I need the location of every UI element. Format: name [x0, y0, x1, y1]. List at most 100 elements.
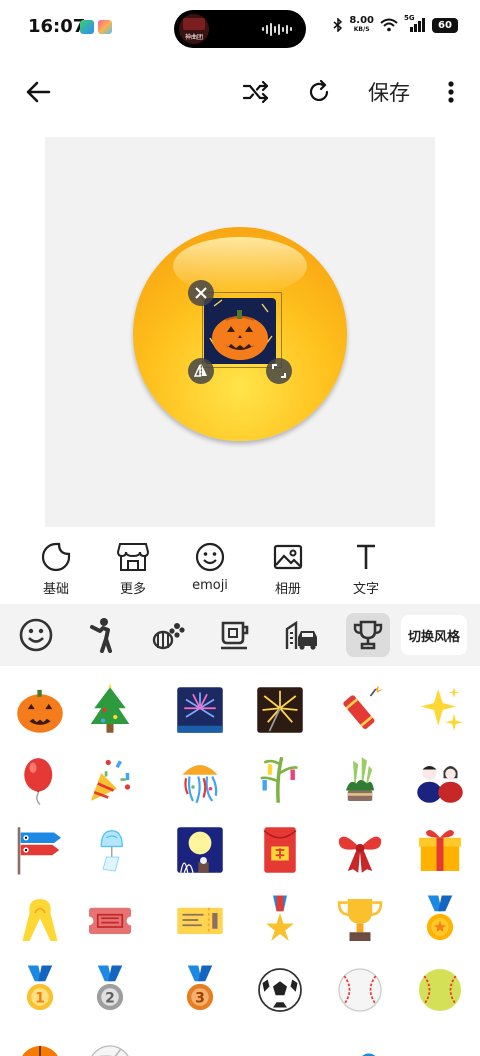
island-text: 神曲团 — [184, 34, 203, 41]
dynamic-island[interactable]: 神曲团 — [174, 10, 306, 48]
emoji-jack-o-lantern[interactable] — [8, 678, 72, 742]
resize-icon — [272, 364, 286, 378]
emoji-third-place-medal[interactable]: 3 — [168, 958, 232, 1022]
resize-sticker-button[interactable] — [266, 358, 292, 384]
svg-text:1: 1 — [35, 990, 45, 1006]
emoji-first-place-medal[interactable]: 1 — [8, 958, 72, 1022]
trophy-icon — [353, 620, 383, 650]
more-button[interactable] — [436, 66, 466, 118]
emoji-second-place-medal[interactable]: 2 — [78, 958, 142, 1022]
emoji-confetti-ball[interactable] — [168, 748, 232, 812]
emoji-fireworks[interactable] — [168, 678, 232, 742]
basketball-icon — [22, 1046, 58, 1056]
emoji-moon-viewing[interactable] — [168, 818, 232, 882]
emoji-party-popper[interactable] — [78, 748, 142, 812]
save-button[interactable]: 保存 — [362, 66, 416, 118]
sparkler-icon — [257, 687, 303, 733]
red-envelope-icon — [263, 827, 297, 873]
emoji-american-football[interactable] — [168, 1028, 232, 1056]
emoji-carp-streamer[interactable] — [8, 818, 72, 882]
emoji-tab-people[interactable] — [80, 613, 124, 657]
emoji-red-envelope[interactable] — [248, 818, 312, 882]
emoji-tab-travel[interactable] — [280, 613, 324, 657]
emoji-christmas-tree[interactable] — [78, 678, 142, 742]
ribbon-icon — [338, 836, 382, 873]
fireworks-icon — [177, 687, 223, 733]
emoji-basketball[interactable] — [8, 1028, 72, 1056]
volleyball-icon — [91, 1045, 129, 1056]
tab-emoji-label: emoji — [192, 578, 228, 593]
emoji-tab-smileys[interactable] — [14, 613, 58, 657]
smiley-icon — [19, 618, 53, 652]
trophy-icon — [337, 899, 383, 941]
tab-basic-label: 基础 — [42, 582, 69, 597]
emoji-ticket[interactable] — [168, 888, 232, 952]
emoji-baseball[interactable] — [328, 958, 392, 1022]
back-button[interactable] — [18, 66, 58, 118]
refresh-button[interactable] — [300, 66, 340, 118]
pine-decoration-icon — [346, 757, 374, 801]
second-place-medal-icon: 2 — [96, 965, 124, 1011]
emoji-firecracker[interactable] — [328, 678, 392, 742]
photo-app-icon — [98, 20, 112, 34]
svg-text:2: 2 — [105, 990, 115, 1006]
status-right: 8.00 KB/S 5G 60 — [333, 14, 458, 34]
smiley-icon — [195, 542, 225, 572]
status-app-icons — [80, 20, 112, 34]
animal-flower-icon — [152, 623, 185, 650]
emoji-tennis[interactable] — [328, 1028, 392, 1056]
flying-disc-icon — [412, 1032, 468, 1056]
emoji-japanese-dolls[interactable] — [408, 748, 472, 812]
switch-style-button[interactable]: 切换风格 — [401, 615, 467, 655]
ticket-icon — [177, 907, 223, 934]
emoji-military-medal[interactable] — [248, 888, 312, 952]
emoji-sports-medal[interactable] — [408, 888, 472, 952]
person-walking-icon — [90, 618, 112, 653]
emoji-softball[interactable] — [408, 958, 472, 1022]
emoji-tab-nature[interactable] — [146, 613, 190, 657]
emoji-trophy[interactable] — [328, 888, 392, 952]
food-cup-icon — [221, 621, 249, 650]
emoji-soccer-ball[interactable] — [248, 958, 312, 1022]
emoji-ribbon[interactable] — [328, 818, 392, 882]
remove-sticker-button[interactable] — [188, 280, 214, 306]
flip-sticker-button[interactable] — [188, 358, 214, 384]
emoji-wind-chime[interactable] — [78, 818, 142, 882]
emoji-pine-decoration[interactable] — [328, 748, 392, 812]
shuffle-button[interactable] — [236, 66, 276, 118]
tab-text[interactable]: 文字 — [331, 542, 401, 597]
balloon-icon — [24, 758, 53, 805]
status-time: 16:07 — [28, 16, 86, 37]
emoji-admission-ticket[interactable] — [78, 888, 142, 952]
confetti-ball-icon — [182, 765, 218, 804]
wind-chime-icon — [100, 830, 123, 872]
emoji-tab-food[interactable] — [213, 613, 257, 657]
emoji-tab-activities[interactable] — [346, 613, 390, 657]
emoji-volleyball[interactable] — [78, 1028, 142, 1056]
emoji-reminder-ribbon[interactable] — [8, 888, 72, 952]
tab-album[interactable]: 相册 — [253, 542, 323, 597]
emoji-wrapped-gift[interactable] — [408, 818, 472, 882]
top-toolbar: 保存 — [0, 66, 480, 118]
emoji-sparkler[interactable] — [248, 678, 312, 742]
sparkles-icon — [420, 687, 463, 731]
net-speed: 8.00 KB/S — [349, 15, 374, 34]
emoji-canvas[interactable] — [45, 137, 435, 527]
image-icon — [273, 544, 303, 570]
wrapped-gift-icon — [419, 829, 461, 871]
jack-o-lantern-sticker[interactable] — [204, 298, 276, 364]
admission-ticket-icon — [84, 907, 136, 934]
refresh-icon — [309, 80, 329, 101]
emoji-rugby-football[interactable] — [248, 1028, 312, 1056]
emoji-flying-disc[interactable] — [408, 1028, 472, 1056]
tab-emoji[interactable]: emoji — [175, 542, 245, 593]
christmas-tree-icon — [90, 683, 130, 733]
sports-medal-icon — [426, 895, 454, 941]
emoji-balloon[interactable] — [8, 748, 72, 812]
rugby-football-icon — [252, 1032, 308, 1056]
emoji-sparkles[interactable] — [408, 678, 472, 742]
tab-album-label: 相册 — [274, 582, 301, 597]
tab-basic[interactable]: 基础 — [21, 542, 91, 597]
tab-more[interactable]: 更多 — [98, 542, 168, 597]
emoji-tanabata-tree[interactable] — [248, 748, 312, 812]
